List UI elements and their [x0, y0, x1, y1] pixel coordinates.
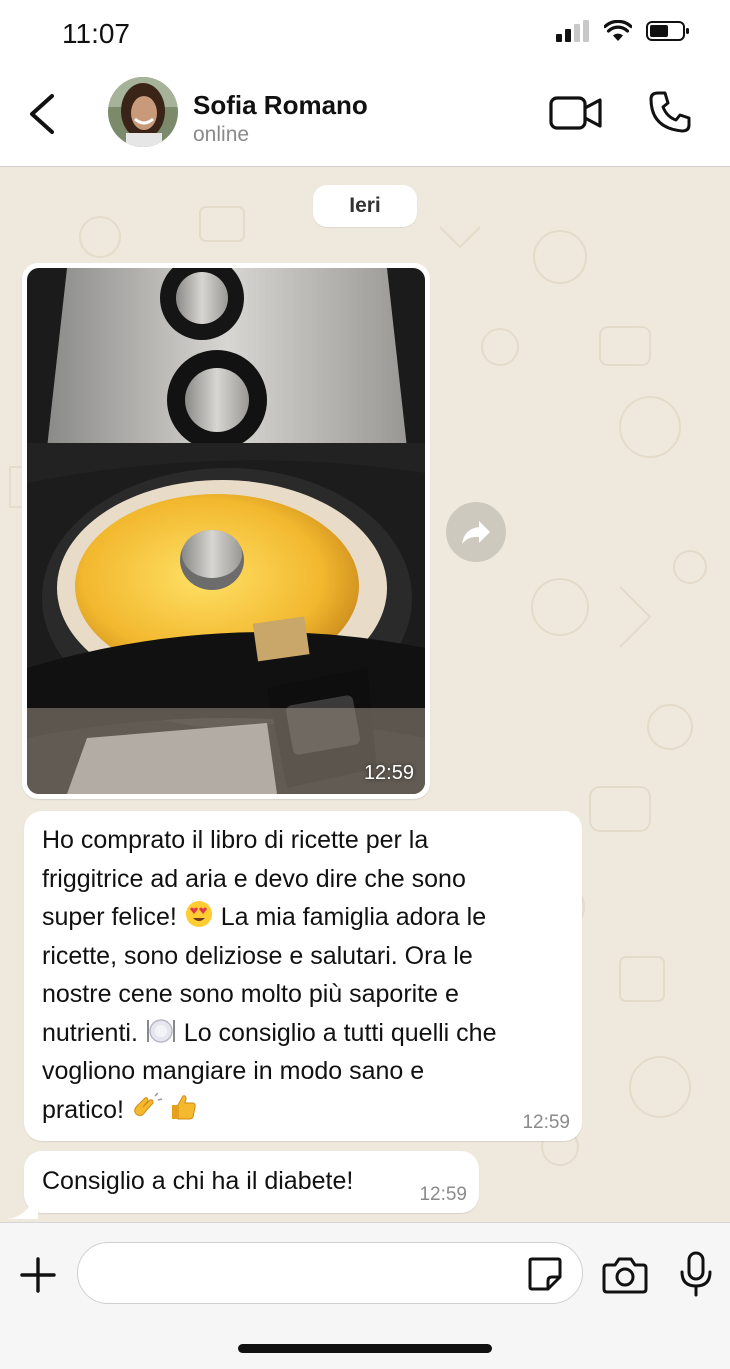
message-text: Ho comprato il libro di ricette per la f… [42, 826, 497, 1124]
message-input[interactable] [77, 1242, 583, 1304]
message-bubble[interactable]: Consiglio a chi ha il diabete! 12:59 [24, 1151, 479, 1213]
bubble-tail [8, 1205, 38, 1219]
message-time: 12:59 [419, 1184, 467, 1205]
plus-icon[interactable] [19, 1256, 57, 1294]
forward-icon [462, 521, 490, 544]
forward-button[interactable] [446, 502, 506, 562]
back-arrow-icon[interactable] [26, 92, 58, 136]
date-separator: Ieri [313, 185, 417, 227]
status-time: 11:07 [62, 18, 130, 49]
status-bar: 11:07 [0, 0, 730, 68]
clapping-hands-emoji [134, 1091, 163, 1116]
video-call-icon[interactable] [548, 93, 604, 133]
plate-emoji [146, 1018, 175, 1043]
contact-status: online [193, 123, 250, 146]
thumbs-up-emoji [171, 1094, 196, 1119]
wifi-icon [604, 20, 632, 41]
air-fryer-photo[interactable] [27, 268, 425, 794]
sticker-icon[interactable] [526, 1255, 564, 1293]
heart-eyes-emoji [185, 901, 212, 927]
contact-name[interactable]: Sofia Romano [193, 90, 368, 121]
camera-icon[interactable] [602, 1256, 648, 1294]
message-time: 12:59 [522, 1112, 570, 1133]
phone-icon[interactable] [648, 90, 692, 134]
chat-area[interactable]: Ieri 12:59 Ho comprato il libro di ricet… [0, 167, 730, 1222]
chat-header: Sofia Romano online [0, 68, 730, 167]
microphone-icon[interactable] [678, 1251, 714, 1297]
message-text: Consiglio a chi ha il diabete! [42, 1167, 354, 1195]
home-indicator[interactable] [238, 1344, 492, 1353]
image-time: 12:59 [363, 762, 414, 784]
signal-icon [556, 20, 589, 42]
battery-icon [646, 21, 689, 41]
avatar[interactable] [108, 77, 178, 147]
message-bubble[interactable]: Ho comprato il libro di ricette per la f… [24, 811, 582, 1141]
image-message[interactable]: 12:59 [22, 263, 430, 799]
